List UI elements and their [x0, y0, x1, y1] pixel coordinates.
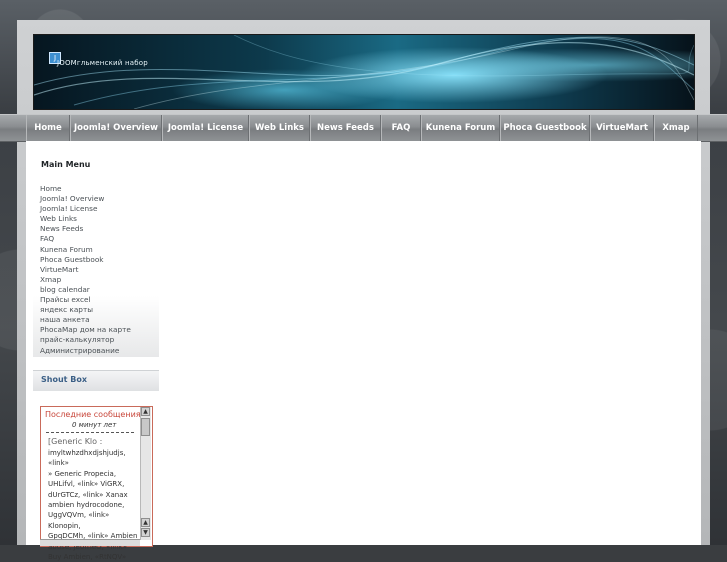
top-navigation: Home Joomla! Overview Joomla! License We…	[0, 114, 727, 142]
menu-item-joomla-license[interactable]: Joomla! License	[40, 204, 131, 214]
nav-item-kunena-forum[interactable]: Kunena Forum	[421, 115, 500, 141]
shoutbox-line: imyltwhzdhxdjshjudjs, «link»	[48, 449, 126, 468]
shoutbox-divider	[46, 432, 134, 433]
nav-item-home[interactable]: Home	[26, 115, 70, 141]
menu-item-administration[interactable]: Администрирование	[40, 346, 131, 356]
menu-item-kunena-forum[interactable]: Kunena Forum	[40, 245, 131, 255]
shoutbox-message-time: 0 минут лет	[72, 421, 117, 429]
shoutbox-line: » Generic Propecia,	[48, 469, 117, 478]
main-menu-list: Home Joomla! Overview Joomla! License We…	[40, 184, 131, 356]
menu-item-faq[interactable]: FAQ	[40, 234, 131, 244]
nav-item-joomla-overview[interactable]: Joomla! Overview	[70, 115, 162, 141]
nav-item-xmap[interactable]: Xmap	[654, 115, 698, 141]
shoutbox-line: UHLifvl, «link» ViGRX,	[48, 480, 125, 489]
banner-swirl-graphic	[34, 35, 694, 109]
menu-item-price-excel[interactable]: Прайсы excel	[40, 295, 131, 305]
nav-item-web-links[interactable]: Web Links	[249, 115, 310, 141]
shoutbox-line: Buy Ambien, «RtNQV»	[48, 553, 127, 562]
nav-item-faq[interactable]: FAQ	[381, 115, 421, 141]
menu-item-xmap[interactable]: Xmap	[40, 275, 131, 285]
menu-item-phocamap[interactable]: PhocaMap дом на карте	[40, 325, 131, 335]
shoutbox-line: UggVQVm, «link» Klonopin,	[48, 511, 110, 530]
menu-item-home[interactable]: Home	[40, 184, 131, 194]
nav-item-virtuemart[interactable]: VirtueMart	[590, 115, 654, 141]
scrollbar-thumb[interactable]	[141, 418, 150, 436]
shoutbox-message-author: [Generic Klo :	[48, 437, 103, 446]
menu-item-blog-calendar[interactable]: blog calendar	[40, 285, 131, 295]
menu-item-yandex-maps[interactable]: яндекс карты	[40, 305, 131, 315]
shoutbox-recent-header: Последние сообщения:	[45, 410, 144, 419]
menu-item-virtuemart[interactable]: VirtueMart	[40, 265, 131, 275]
menu-item-web-links[interactable]: Web Links	[40, 214, 131, 224]
nav-item-news-feeds[interactable]: News Feeds	[310, 115, 381, 141]
menu-item-joomla-overview[interactable]: Joomla! Overview	[40, 194, 131, 204]
site-name[interactable]: JOOMгльменский набор	[57, 59, 148, 67]
nav-item-phoca-guestbook[interactable]: Phoca Guestbook	[500, 115, 590, 141]
nav-item-joomla-license[interactable]: Joomla! License	[162, 115, 249, 141]
scroll-up-arrow-icon[interactable]: ▲	[141, 518, 150, 527]
main-menu-title: Main Menu	[41, 160, 91, 169]
menu-item-news-feeds[interactable]: News Feeds	[40, 224, 131, 234]
menu-item-survey[interactable]: наша анкета	[40, 315, 131, 325]
header-banner	[33, 34, 695, 110]
scroll-up-arrow-icon[interactable]: ▲	[141, 407, 150, 416]
menu-item-price-calculator[interactable]: прайс-калькулятор	[40, 335, 131, 345]
shoutbox-line: ambien hydrocodone,	[48, 501, 125, 510]
shoutbox-title: Shout Box	[41, 375, 88, 384]
shoutbox-line: dUrGTCz, «link» Xanax	[48, 490, 128, 499]
scroll-down-arrow-icon[interactable]: ▼	[141, 528, 150, 537]
menu-item-phoca-guestbook[interactable]: Phoca Guestbook	[40, 255, 131, 265]
